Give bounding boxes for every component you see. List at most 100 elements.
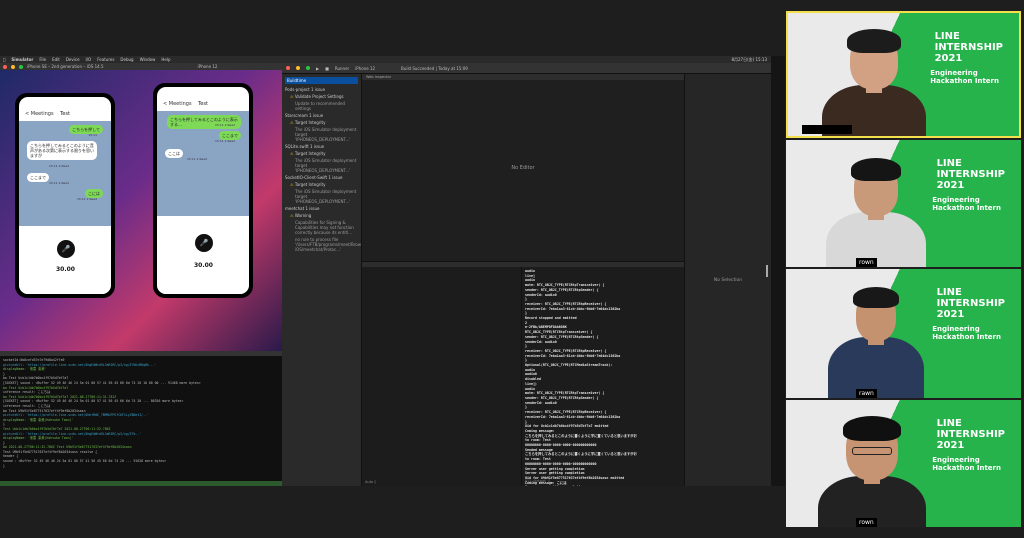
issue-label: The iOS Simulator deployment target 'IPH… [295, 189, 357, 204]
issue-label: Starscream 1 issue [285, 113, 324, 118]
issue-item[interactable]: Capabilities for Signing & Capabilities … [285, 220, 358, 235]
issue-label: Target Integrity [294, 151, 326, 156]
issue-item[interactable]: ⚠ Target Integrity [285, 182, 358, 187]
mac-menubar:  Simulator File Edit Device I/O Features Deb… [0, 56, 771, 63]
menubar-clock[interactable]: 8月27日(金) 15:13 [731, 57, 771, 63]
device-selector[interactable]: iPhone 12 [355, 66, 375, 71]
glasses-icon [852, 447, 892, 455]
close-icon[interactable] [286, 66, 290, 70]
menubar-app[interactable]: Simulator [11, 57, 33, 62]
issue-item[interactable]: The iOS Simulator deployment target 'IPH… [285, 158, 358, 173]
close-icon[interactable] [3, 64, 7, 69]
menubar-item[interactable]: Features [97, 57, 114, 62]
editor-tab[interactable]: Web Inspector [366, 75, 391, 79]
menubar-item[interactable]: I/O [86, 57, 92, 62]
terminal-window[interactable]: socketId:0b8cefd57e7e79d8a42ffa9 pictureU… [0, 351, 282, 486]
variables-filter[interactable]: Auto ◊ [365, 480, 376, 484]
terminal-output: socketId:0b8cefd57e7e79d8a42ffa9 pictureU… [3, 358, 279, 468]
issue-navigator[interactable]: Buildtime Pods-project 1 issue ⚠ Validate… [282, 74, 362, 486]
call-panel: 🎤 30.00 [157, 216, 249, 294]
issue-label: meetchat 1 issue [285, 206, 320, 211]
issues-tab[interactable]: Buildtime [285, 77, 358, 84]
build-status: Build Succeeded | Today at 15:09 [401, 65, 468, 71]
issue-item[interactable]: Update to recommended settings [285, 101, 358, 111]
issue-item[interactable]: ⚠ Target Integrity [285, 120, 358, 125]
editor-tabbar[interactable]: Web Inspector [362, 74, 684, 80]
participant-video [786, 400, 1021, 527]
message-bubble[interactable]: こちらを押してみるとこのように音声がある次第に表示する限りを思いますが [27, 141, 97, 160]
menubar-item[interactable]: File [39, 57, 46, 62]
issue-item[interactable]: no rule to process file '/Users/FTB/prog… [285, 237, 361, 252]
no-editor-label: No Editor [511, 164, 535, 171]
issue-item[interactable]: meetchat 1 issue [285, 206, 358, 211]
resize-handle[interactable] [766, 265, 768, 277]
message-time: 15:11 2 Read [49, 181, 69, 185]
issue-item[interactable]: Starscream 1 issue [285, 113, 358, 118]
xcode-toolbar: ▶ ■ Runner iPhone 12 Build Succeeded | T… [282, 63, 771, 74]
participant-name: rown [856, 518, 877, 527]
message-time: 15:11 2 Read [215, 123, 235, 127]
message-time: 15:11 2 Read [77, 197, 97, 201]
issue-label: SQLite.swift 1 issue [285, 144, 325, 149]
call-timer: 30.00 [56, 266, 75, 273]
issue-item[interactable]: The iOS Simulator deployment target 'IPH… [285, 127, 358, 142]
mic-icon[interactable]: 🎤 [57, 240, 75, 258]
minimize-icon[interactable] [296, 66, 300, 70]
menubar-item[interactable]: Edit [52, 57, 60, 62]
message-bubble[interactable]: こちらを押して [69, 125, 103, 134]
issue-item[interactable]: ⚠ Target Integrity [285, 151, 358, 156]
xcode-window: ▶ ■ Runner iPhone 12 Build Succeeded | T… [282, 63, 771, 486]
participant-name-chip [802, 125, 852, 134]
menubar-item[interactable]: Device [66, 57, 80, 62]
no-selection-label: No Selection [713, 277, 743, 283]
simulator-title-right: iPhone 12 [197, 64, 218, 69]
menubar-item[interactable]: Help [161, 57, 170, 62]
mic-icon[interactable]: 🎤 [195, 234, 213, 252]
console-line: Server user getting completion [525, 485, 681, 486]
phone-screen[interactable]: < Meetings Test こちらを押してみるとこのように表示する… 15:1… [157, 87, 249, 294]
issue-item[interactable]: SocketIO-Client-Swift 1 issue [285, 175, 358, 180]
menubar-item[interactable]: Debug [120, 57, 133, 62]
apple-icon[interactable]:  [3, 57, 5, 62]
inspector-panel[interactable]: No Selection [684, 74, 771, 486]
terminal-line: } [3, 463, 5, 468]
message-bubble[interactable]: ここは [165, 149, 183, 158]
chat-title: Test [60, 111, 70, 117]
debug-console[interactable]: audio live] audio mute: RTC_OBJC_TYPE(RTCRt… [522, 267, 684, 486]
zoom-icon[interactable] [306, 66, 310, 70]
shared-screen:  Simulator File Edit Device I/O Features Deb… [0, 56, 771, 486]
stop-icon[interactable]: ■ [325, 66, 329, 71]
chat-title: Test [198, 101, 208, 107]
issue-label: The iOS Simulator deployment target 'IPH… [295, 158, 357, 173]
call-timer: 30.00 [194, 262, 213, 269]
participant-tile[interactable]: LINE INTERNSHIP 2021 Engineering Hackathon I… [786, 400, 1021, 527]
iphone-se-simulator: < Meetings Test こちらを押して 15:11 こちらを押してみるとこの… [15, 93, 115, 298]
minimize-icon[interactable] [11, 64, 15, 69]
message-bubble[interactable]: ここまで [27, 173, 49, 182]
issue-item[interactable]: Pods-project 1 issue [285, 87, 358, 92]
participant-tile[interactable]: LINE INTERNSHIP 2021 Engineering Hackathon I… [786, 140, 1021, 267]
issue-label: no rule to process file '/Users/FTB/prog… [295, 237, 362, 252]
phone-screen[interactable]: < Meetings Test こちらを押して 15:11 こちらを押してみるとこの… [19, 97, 111, 294]
console-filter[interactable]: All Output ◊ [525, 479, 550, 484]
participant-video [786, 140, 1021, 267]
issue-item[interactable]: SQLite.swift 1 issue [285, 144, 358, 149]
editor-area[interactable]: No Editor [362, 74, 684, 261]
menubar-item[interactable]: Window [140, 57, 156, 62]
chat-area[interactable]: こちらを押してみるとこのように表示する… 15:11 2 Read ここまで 15:1… [157, 111, 249, 216]
run-icon[interactable]: ▶ [316, 66, 319, 71]
terminal-tabbar[interactable] [0, 351, 282, 356]
issue-item[interactable]: ⚠ Validate Project Settings [285, 94, 358, 99]
variables-view[interactable]: Auto ◊ [362, 267, 522, 486]
participant-tile[interactable]: LINE INTERNSHIP 2021 Engineering Hackathon I… [786, 269, 1021, 398]
issue-label: Capabilities for Signing & Capabilities … [295, 220, 354, 235]
issue-label: Update to recommended settings [295, 101, 346, 111]
issue-item[interactable]: ⚠ Warning [285, 213, 358, 218]
chat-area[interactable]: こちらを押して 15:11 こちらを押してみるとこのように音声がある次第に表示する限… [19, 121, 111, 226]
zoom-icon[interactable] [19, 64, 23, 69]
participant-tile[interactable]: LINE INTERNSHIP 2021 Engineering Hackathon I… [786, 11, 1021, 138]
scheme-selector[interactable]: Runner [335, 66, 349, 71]
message-time: 15:11 2 Read [49, 164, 69, 168]
issue-label: The iOS Simulator deployment target 'IPH… [295, 127, 357, 142]
issue-item[interactable]: The iOS Simulator deployment target 'IPH… [285, 189, 358, 204]
